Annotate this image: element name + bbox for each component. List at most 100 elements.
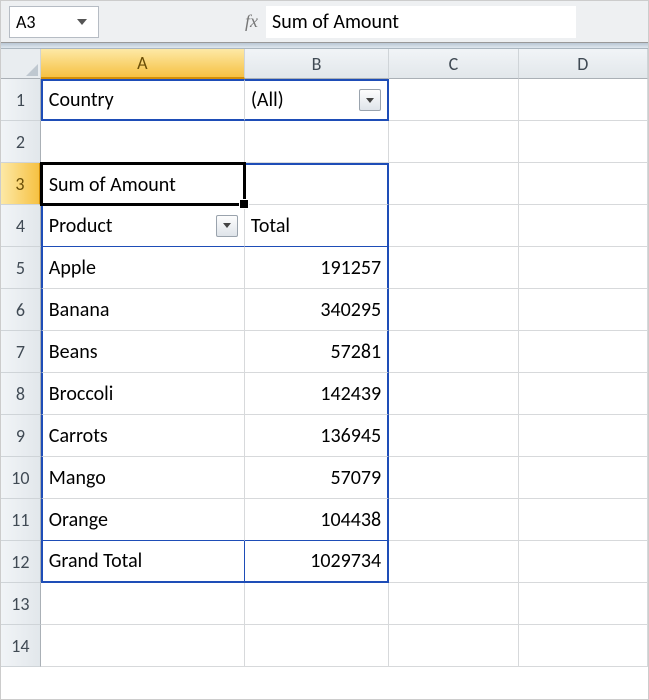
- cell-A1[interactable]: Country: [41, 79, 245, 121]
- cell-D7[interactable]: [519, 331, 648, 373]
- row-header-3[interactable]: 3: [1, 163, 41, 205]
- cell-text: 104438: [320, 508, 381, 532]
- cell-B12[interactable]: 1029734: [245, 541, 389, 583]
- cell-A12[interactable]: Grand Total: [41, 541, 245, 583]
- row-header-5[interactable]: 5: [1, 247, 41, 289]
- row-9: 9 Carrots 136945: [1, 415, 648, 457]
- cell-text: Product: [49, 214, 113, 238]
- filter-dropdown-icon[interactable]: [359, 89, 381, 111]
- cell-C3[interactable]: [389, 163, 518, 205]
- cell-B8[interactable]: 142439: [245, 373, 389, 415]
- cell-text: 142439: [320, 382, 381, 406]
- cell-A4[interactable]: Product: [41, 205, 245, 247]
- row-13: 13: [1, 583, 648, 625]
- cell-D14[interactable]: [519, 625, 648, 667]
- filter-dropdown-icon[interactable]: [216, 215, 238, 237]
- cell-text: Banana: [49, 298, 110, 322]
- cell-C4[interactable]: [389, 205, 518, 247]
- cell-B3[interactable]: [245, 163, 389, 205]
- cell-text: Mango: [49, 466, 106, 490]
- cell-D3[interactable]: [519, 163, 648, 205]
- cell-text: Apple: [49, 256, 96, 280]
- row-6: 6 Banana 340295: [1, 289, 648, 331]
- row-header-10[interactable]: 10: [1, 457, 41, 499]
- name-box-dropdown-icon[interactable]: [72, 12, 92, 32]
- cell-C12[interactable]: [389, 541, 518, 583]
- cell-B13[interactable]: [245, 583, 389, 625]
- cell-D2[interactable]: [519, 121, 648, 163]
- cell-D13[interactable]: [519, 583, 648, 625]
- cell-A9[interactable]: Carrots: [41, 415, 245, 457]
- select-all-corner[interactable]: [1, 49, 41, 79]
- cell-C13[interactable]: [389, 583, 518, 625]
- cell-C11[interactable]: [389, 499, 518, 541]
- cell-B11[interactable]: 104438: [245, 499, 389, 541]
- name-box[interactable]: A3: [9, 6, 99, 38]
- cell-A3[interactable]: Sum of Amount: [41, 163, 245, 205]
- column-header-B[interactable]: B: [245, 49, 389, 79]
- row-header-14[interactable]: 14: [1, 625, 41, 667]
- cell-B6[interactable]: 340295: [245, 289, 389, 331]
- cell-text: 191257: [320, 256, 381, 280]
- row-header-4[interactable]: 4: [1, 205, 41, 247]
- cell-A10[interactable]: Mango: [41, 457, 245, 499]
- cell-D11[interactable]: [519, 499, 648, 541]
- cell-C14[interactable]: [389, 625, 518, 667]
- column-header-C[interactable]: C: [389, 49, 518, 79]
- cell-D12[interactable]: [519, 541, 648, 583]
- formula-content: Sum of Amount: [272, 10, 399, 34]
- cell-B2[interactable]: [245, 121, 389, 163]
- row-header-8[interactable]: 8: [1, 373, 41, 415]
- cell-A14[interactable]: [41, 625, 245, 667]
- cell-B5[interactable]: 191257: [245, 247, 389, 289]
- cell-A11[interactable]: Orange: [41, 499, 245, 541]
- cell-B7[interactable]: 57281: [245, 331, 389, 373]
- cell-D9[interactable]: [519, 415, 648, 457]
- cell-D1[interactable]: [519, 79, 648, 121]
- row-header-1[interactable]: 1: [1, 79, 41, 121]
- column-header-D[interactable]: D: [519, 49, 648, 79]
- cell-A6[interactable]: Banana: [41, 289, 245, 331]
- cell-D4[interactable]: [519, 205, 648, 247]
- row-header-9[interactable]: 9: [1, 415, 41, 457]
- cell-C10[interactable]: [389, 457, 518, 499]
- cell-A2[interactable]: [41, 121, 245, 163]
- cell-C5[interactable]: [389, 247, 518, 289]
- cell-A5[interactable]: Apple: [41, 247, 245, 289]
- row-header-2[interactable]: 2: [1, 121, 41, 163]
- column-header-row: A B C D: [1, 49, 648, 79]
- cell-D5[interactable]: [519, 247, 648, 289]
- cell-C1[interactable]: [389, 79, 518, 121]
- name-box-value: A3: [16, 11, 36, 33]
- cell-A13[interactable]: [41, 583, 245, 625]
- row-header-13[interactable]: 13: [1, 583, 41, 625]
- cell-C7[interactable]: [389, 331, 518, 373]
- cell-text: Grand Total: [49, 549, 142, 573]
- cell-B4[interactable]: Total: [245, 205, 389, 247]
- row-header-11[interactable]: 11: [1, 499, 41, 541]
- row-header-6[interactable]: 6: [1, 289, 41, 331]
- cell-C8[interactable]: [389, 373, 518, 415]
- cell-B9[interactable]: 136945: [245, 415, 389, 457]
- cell-B1[interactable]: (All): [245, 79, 389, 121]
- fx-icon[interactable]: fx: [245, 11, 258, 32]
- cell-C2[interactable]: [389, 121, 518, 163]
- cell-C9[interactable]: [389, 415, 518, 457]
- row-header-7[interactable]: 7: [1, 331, 41, 373]
- cell-A7[interactable]: Beans: [41, 331, 245, 373]
- column-header-A[interactable]: A: [41, 49, 245, 79]
- cell-text: Total: [251, 214, 290, 238]
- cell-A8[interactable]: Broccoli: [41, 373, 245, 415]
- cell-C6[interactable]: [389, 289, 518, 331]
- cell-text: Sum of Amount: [49, 173, 176, 197]
- cell-B10[interactable]: 57079: [245, 457, 389, 499]
- cell-B14[interactable]: [245, 625, 389, 667]
- row-header-12[interactable]: 12: [1, 541, 41, 583]
- row-14: 14: [1, 625, 648, 667]
- formula-input[interactable]: Sum of Amount: [266, 6, 576, 38]
- cell-D10[interactable]: [519, 457, 648, 499]
- row-1: 1 Country (All): [1, 79, 648, 121]
- cell-D6[interactable]: [519, 289, 648, 331]
- formula-area: fx Sum of Amount: [245, 6, 576, 38]
- cell-D8[interactable]: [519, 373, 648, 415]
